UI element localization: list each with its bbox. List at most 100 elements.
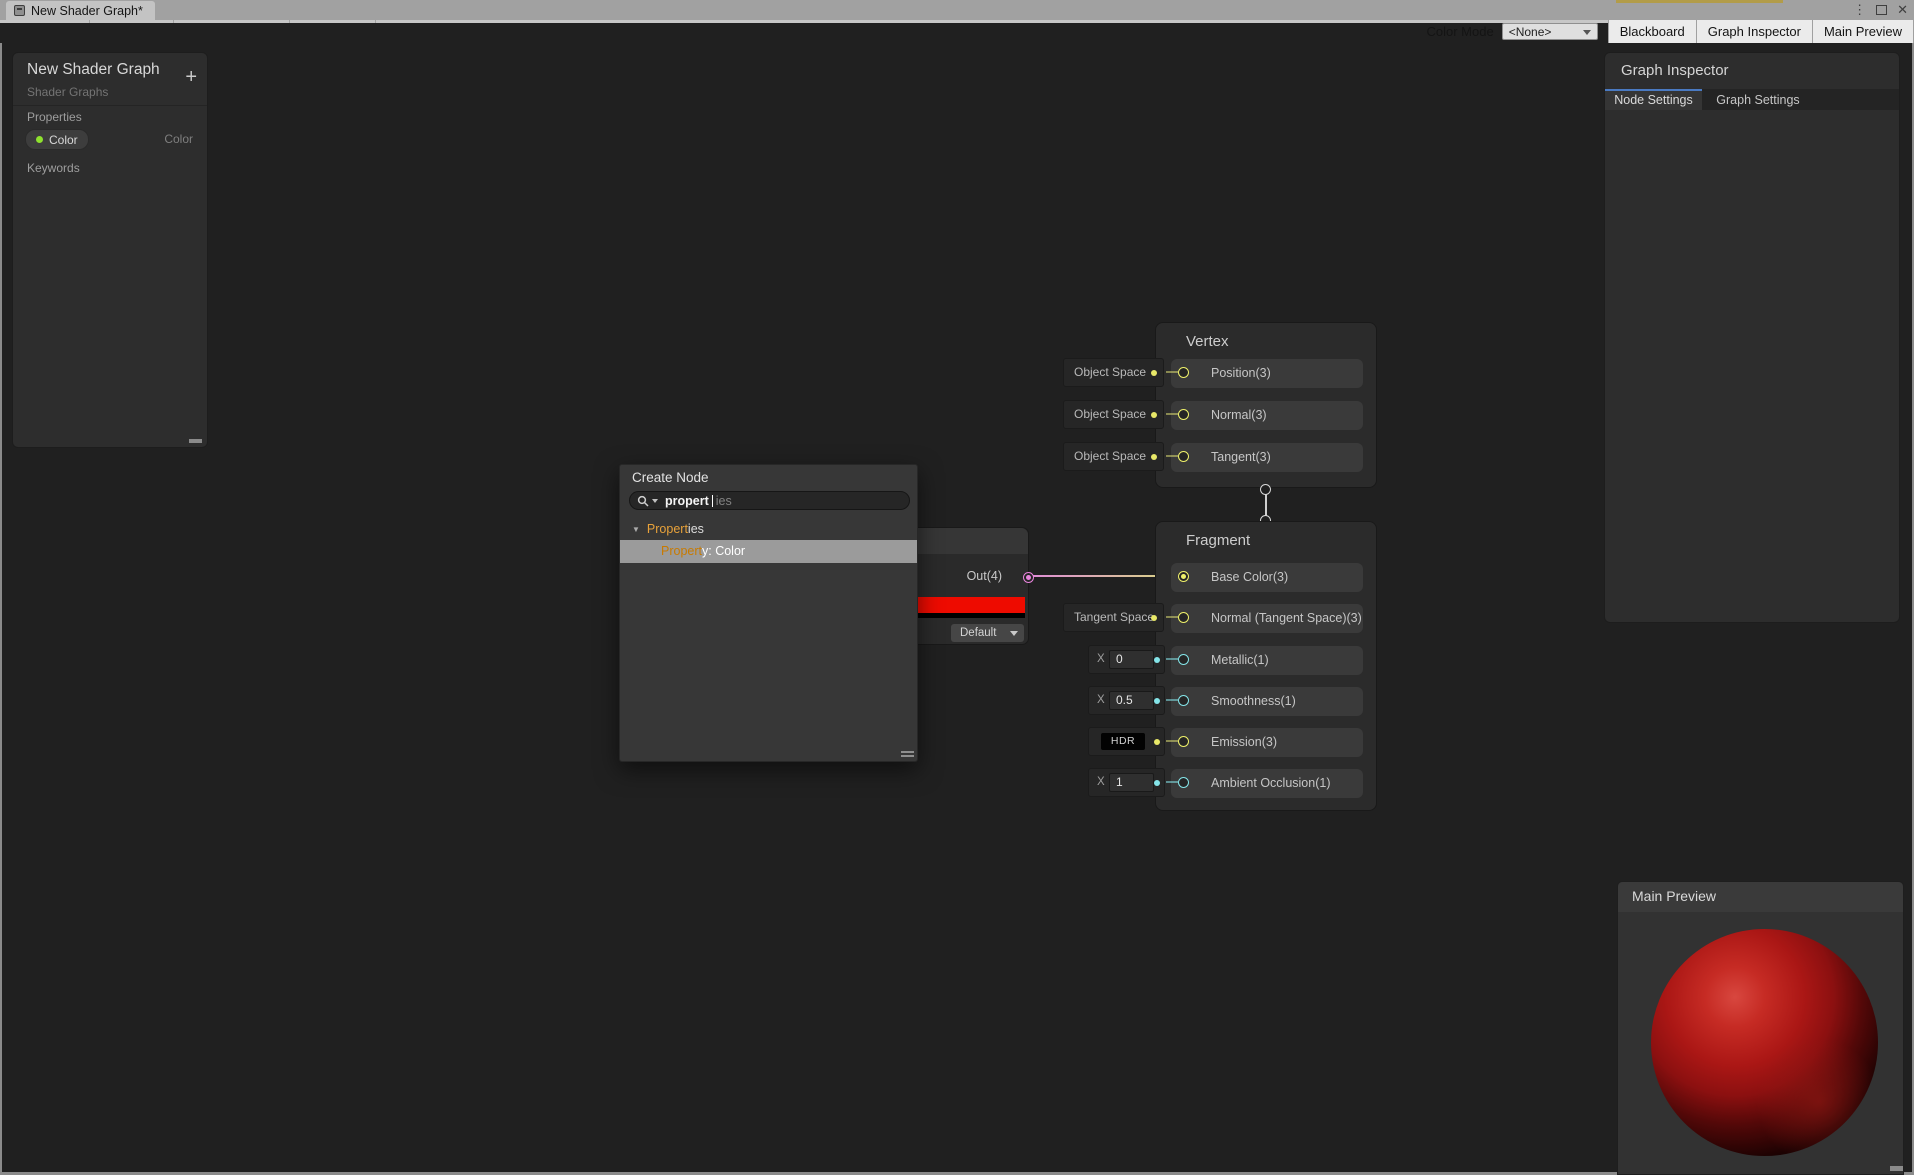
search-icon <box>637 495 649 507</box>
slot-row-tangent: Tangent(3) <box>1171 443 1363 472</box>
vertex-node-title: Vertex <box>1186 333 1229 350</box>
vertex-out-port-icon[interactable] <box>1260 484 1271 495</box>
hdr-color-swatch[interactable]: HDR <box>1101 733 1145 750</box>
main-preview-title: Main Preview <box>1632 888 1717 904</box>
dashed-connector <box>1166 699 1178 701</box>
color-node-out-label: Out(4) <box>966 569 1002 583</box>
maximize-icon[interactable] <box>1876 5 1888 15</box>
main-preview-panel: Main Preview <box>1617 881 1904 1175</box>
color-mode-dropdown[interactable]: <None> <box>1501 23 1598 40</box>
add-property-button[interactable]: + <box>185 67 197 87</box>
slot-label-smoothness: Smoothness(1) <box>1211 694 1296 708</box>
result-match-text: Propert <box>661 544 702 558</box>
blackboard-toggle-button[interactable]: Blackboard <box>1607 20 1696 43</box>
x-component-label: X <box>1097 653 1105 665</box>
color-mode-default-dropdown[interactable]: Default <box>951 624 1024 642</box>
connector-dot-icon <box>1151 370 1157 376</box>
fragment-node-title: Fragment <box>1186 532 1251 549</box>
slot-label-ambient-occlusion: Ambient Occlusion(1) <box>1211 776 1331 790</box>
document-tab[interactable]: New Shader Graph* <box>6 1 155 20</box>
property-type-label: Color <box>164 132 193 146</box>
port-tangent-icon[interactable] <box>1178 451 1189 462</box>
chevron-down-icon <box>1010 631 1018 636</box>
close-icon[interactable]: ✕ <box>1897 2 1908 18</box>
slot-row-position: Position(3) <box>1171 359 1363 388</box>
category-match-text: Propert <box>646 522 688 536</box>
vertex-node[interactable]: Vertex Position(3) Normal(3) Tangent(3) <box>1155 322 1377 488</box>
space-dropdown-tangent-space[interactable]: Tangent Space <box>1063 603 1164 632</box>
popup-resize-gripper[interactable] <box>901 749 914 757</box>
preview-resize-handle[interactable] <box>1890 1166 1903 1171</box>
x-component-label: X <box>1097 694 1105 706</box>
dashed-connector <box>1166 413 1178 415</box>
fragment-node[interactable]: Fragment Base Color(3) Normal (Tangent S… <box>1155 521 1377 811</box>
connector-dot-icon <box>1151 412 1157 418</box>
space-dropdown-normal[interactable]: Object Space <box>1063 400 1164 429</box>
slot-row-smoothness: Smoothness(1) <box>1171 687 1363 716</box>
port-position-icon[interactable] <box>1178 367 1189 378</box>
main-preview-toggle-button[interactable]: Main Preview <box>1811 20 1914 43</box>
emission-hdr-widget: HDR <box>1088 727 1165 756</box>
space-dropdown-label: Tangent Space <box>1074 610 1155 624</box>
port-normal-icon[interactable] <box>1178 409 1189 420</box>
ambient-occlusion-value-field[interactable]: 1 <box>1109 773 1154 792</box>
color-to-basecolor-wire[interactable] <box>1033 575 1173 577</box>
port-smoothness-icon[interactable] <box>1178 695 1189 706</box>
smoothness-value-field[interactable]: 0.5 <box>1109 691 1154 710</box>
slot-row-metallic: Metallic(1) <box>1171 646 1363 675</box>
connector-dot-icon <box>1151 615 1157 621</box>
property-color-dot-icon <box>36 136 43 143</box>
port-metallic-icon[interactable] <box>1178 654 1189 665</box>
search-filter-caret-icon <box>652 498 658 503</box>
dashed-connector <box>1166 455 1178 457</box>
graph-inspector-toggle-button[interactable]: Graph Inspector <box>1695 20 1812 43</box>
chevron-down-icon <box>1582 30 1591 35</box>
keywords-section-label: Keywords <box>27 161 80 175</box>
color-mode-value: <None> <box>1508 24 1552 39</box>
graph-inspector-tabs: Node Settings Graph Settings <box>1605 89 1899 110</box>
result-row-property-color[interactable]: Property: Color <box>620 540 917 563</box>
slot-row-normal: Normal(3) <box>1171 401 1363 430</box>
connector-dot-icon <box>1154 657 1160 663</box>
connector-dot-icon <box>1154 780 1160 786</box>
blackboard-title: New Shader Graph <box>27 61 160 78</box>
port-ambient-occlusion-icon[interactable] <box>1178 777 1189 788</box>
search-typed-text: propert <box>665 493 709 508</box>
dashed-connector <box>1166 371 1178 373</box>
tab-graph-settings[interactable]: Graph Settings <box>1702 89 1814 110</box>
graph-inspector-panel: Graph Inspector Node Settings Graph Sett… <box>1604 52 1900 623</box>
space-dropdown-label: Object Space <box>1074 407 1147 421</box>
slot-label-base-color: Base Color(3) <box>1211 570 1289 584</box>
graph-inspector-title: Graph Inspector <box>1621 62 1729 79</box>
search-suggestion-text: ies <box>715 493 732 508</box>
document-tab-title: New Shader Graph* <box>31 3 143 18</box>
metallic-value-field[interactable]: 0 <box>1109 650 1154 669</box>
kebab-menu-icon[interactable]: ⋮ <box>1853 2 1866 18</box>
x-component-label: X <box>1097 776 1105 788</box>
blackboard-resize-handle[interactable] <box>189 439 202 443</box>
port-emission-icon[interactable] <box>1178 736 1189 747</box>
property-pill-color[interactable]: Color <box>25 129 89 150</box>
slot-label-emission: Emission(3) <box>1211 735 1277 749</box>
port-normal-ts-icon[interactable] <box>1178 612 1189 623</box>
slot-label-normal-ts: Normal (Tangent Space)(3) <box>1211 611 1362 625</box>
dashed-connector <box>1166 781 1178 783</box>
property-pill-label: Color <box>49 132 78 147</box>
properties-section-label: Properties <box>27 110 82 124</box>
smoothness-value-widget: X 0.5 <box>1088 686 1165 715</box>
connector-dot-icon <box>1154 698 1160 704</box>
space-dropdown-position[interactable]: Object Space <box>1063 358 1164 387</box>
port-base-color-icon[interactable] <box>1178 571 1189 582</box>
category-row-properties[interactable]: ▼ Properties <box>620 518 917 540</box>
space-dropdown-tangent[interactable]: Object Space <box>1063 442 1164 471</box>
divider <box>13 105 207 106</box>
slot-row-base-color: Base Color(3) <box>1171 563 1363 592</box>
color-node-out-port-icon[interactable] <box>1023 572 1034 583</box>
category-rest-text: ies <box>687 522 704 536</box>
slot-label-position: Position(3) <box>1211 366 1271 380</box>
result-rest-text: y: Color <box>702 544 746 558</box>
graph-canvas[interactable]: New Shader Graph + Shader Graphs Propert… <box>0 43 1914 1175</box>
shader-graph-doc-icon <box>14 5 25 16</box>
tab-node-settings[interactable]: Node Settings <box>1605 89 1702 110</box>
create-node-search-input[interactable]: propert ies <box>629 491 910 510</box>
